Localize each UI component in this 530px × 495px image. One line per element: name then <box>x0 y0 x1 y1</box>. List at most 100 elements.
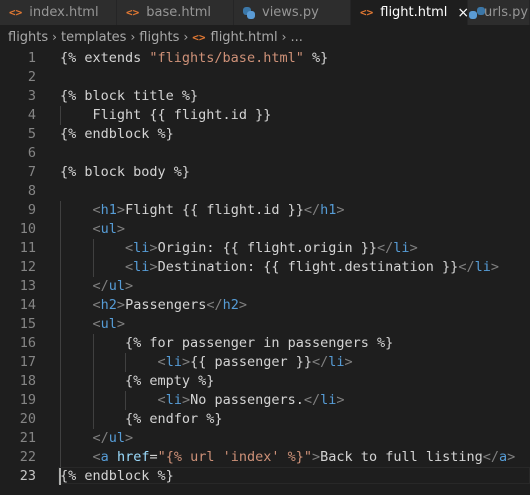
indent-guide <box>60 201 61 467</box>
code-line[interactable]: 14 <h2>Passengers</h2> <box>0 296 530 315</box>
python-icon <box>243 6 255 19</box>
code-line[interactable]: 19 <li>No passengers.</li> <box>0 391 530 410</box>
code-line[interactable]: 15 <ul> <box>0 315 530 334</box>
code-line[interactable]: 12 <li>Destination: {{ flight.destination… <box>0 258 530 277</box>
chevron-right-icon: › <box>130 30 136 44</box>
tab-views-py[interactable]: views.py <box>234 0 351 25</box>
code-token: </ <box>482 449 499 465</box>
code-line[interactable]: 8 <box>0 182 530 201</box>
chevron-right-icon: › <box>52 30 57 44</box>
code-line[interactable]: 4 Flight {{ flight.id }} <box>0 106 530 125</box>
code-token: > <box>116 202 126 218</box>
code-line[interactable]: 6 <box>0 144 530 163</box>
code-token: > <box>312 449 321 465</box>
line-number: 11 <box>19 240 36 256</box>
code-line[interactable]: 18 {% empty %} <box>0 372 530 391</box>
breadcrumb-item[interactable]: templates <box>61 30 126 45</box>
line-number: 10 <box>19 221 36 237</box>
html-icon: <> <box>192 30 206 44</box>
line-number: 12 <box>19 259 36 275</box>
code-token: </ <box>92 430 109 446</box>
code-token: </ <box>92 278 109 294</box>
line-number: 13 <box>19 278 36 294</box>
code-token: "flights/base.html" <box>149 50 304 66</box>
code-token: > <box>116 316 126 332</box>
tab-flight-html[interactable]: <> flight.html × <box>351 0 469 25</box>
code-token: < <box>92 449 101 465</box>
breadcrumb-item[interactable]: flights <box>139 30 179 45</box>
code-token: > <box>116 297 126 313</box>
code-token: "{% url 'index' %}" <box>157 449 313 465</box>
code-token: ul <box>100 316 117 332</box>
line-number: 17 <box>19 354 36 370</box>
breadcrumb-item[interactable]: ... <box>290 30 302 45</box>
code-token: No passengers. <box>190 392 304 408</box>
line-number: 1 <box>27 50 36 66</box>
code-line[interactable]: 22 <a href="{% url 'index' %}">Back to fu… <box>0 448 530 467</box>
html-icon: <> <box>9 6 23 19</box>
tab-index-html[interactable]: <> index.html <box>0 0 117 25</box>
code-token: < <box>92 221 101 237</box>
code-token: li <box>393 240 410 256</box>
breadcrumb-item[interactable]: flights <box>8 30 48 45</box>
code-text: <a href="{% url 'index' %}">Back to full… <box>93 448 516 467</box>
code-line[interactable]: 3 {% block title %} <box>0 87 530 106</box>
code-line[interactable]: 7 {% block body %} <box>0 163 530 182</box>
code-line[interactable]: 5 {% endblock %} <box>0 125 530 144</box>
editor-tab-bar: <> index.html <> base.html views.py <> flight.… <box>0 0 530 25</box>
breadcrumb: flights › templates › flights › <> flight.html ›… <box>0 25 530 49</box>
code-token: h2 <box>222 297 239 313</box>
code-token: < <box>92 297 101 313</box>
code-token: > <box>507 449 516 465</box>
tab-label: base.html <box>146 5 211 20</box>
code-text: </ul> <box>93 277 134 296</box>
code-line[interactable]: 10 <ul> <box>0 220 530 239</box>
code-token: Passengers <box>125 297 207 313</box>
code-token: < <box>125 259 134 275</box>
code-text: {% block body %} <box>60 163 190 182</box>
line-number: 20 <box>19 411 36 427</box>
code-text: <h1>Flight {{ flight.id }}</h1> <box>93 201 345 220</box>
code-text: {% for passenger in passengers %} <box>125 334 393 353</box>
html-icon: <> <box>360 6 374 19</box>
tab-label: views.py <box>262 5 319 20</box>
tab-base-html[interactable]: <> base.html <box>117 0 234 25</box>
line-number: 8 <box>27 183 36 199</box>
code-line[interactable]: 9 <h1>Flight {{ flight.id }}</h1> <box>0 201 530 220</box>
code-text: {% endfor %} <box>125 410 223 429</box>
code-token: h1 <box>320 202 337 218</box>
code-line[interactable]: 16 {% for passenger in passengers %} <box>0 334 530 353</box>
code-token: </ <box>206 297 223 313</box>
code-token: li <box>320 392 337 408</box>
code-token: h2 <box>100 297 117 313</box>
chevron-right-icon: › <box>183 30 189 44</box>
code-token: {% for passenger in passengers %} <box>125 335 394 351</box>
code-line[interactable]: 21 </ul> <box>0 429 530 448</box>
tab-urls-py[interactable]: urls.py <box>468 0 530 25</box>
code-text: <h2>Passengers</h2> <box>93 296 248 315</box>
code-text: <ul> <box>93 220 126 239</box>
breadcrumb-label: ... <box>290 29 303 45</box>
code-line[interactable]: 1 {% extends "flights/base.html" %} <box>0 49 530 68</box>
code-line[interactable]: 2 <box>0 68 530 87</box>
line-number: 21 <box>19 430 36 446</box>
code-text: {% endblock %} <box>60 125 174 144</box>
code-line[interactable]: 13 </ul> <box>0 277 530 296</box>
line-number: 5 <box>27 126 36 142</box>
code-line[interactable]: 11 <li>Origin: {{ flight.origin }}</li> <box>0 239 530 258</box>
line-number: 6 <box>27 145 36 161</box>
breadcrumb-item[interactable]: <> flight.html <box>192 30 277 45</box>
breadcrumb-label: flights <box>139 29 180 45</box>
line-number: 23 <box>19 468 36 484</box>
tab-label: flight.html <box>380 5 448 20</box>
chevron-right-icon: › <box>281 30 287 44</box>
code-line[interactable]: 17 <li>{{ passenger }}</li> <box>0 353 530 372</box>
code-line[interactable]: 23 {% endblock %} <box>0 467 530 486</box>
code-editor[interactable]: 1 {% extends "flights/base.html" %} 2 3 {% b… <box>0 49 530 495</box>
code-token: ul <box>100 221 117 237</box>
line-number: 22 <box>19 449 36 465</box>
code-token: > <box>149 240 158 256</box>
code-text: {% endblock %} <box>60 467 174 486</box>
code-line[interactable]: 20 {% endfor %} <box>0 410 530 429</box>
code-token: {% endblock %} <box>60 468 174 484</box>
